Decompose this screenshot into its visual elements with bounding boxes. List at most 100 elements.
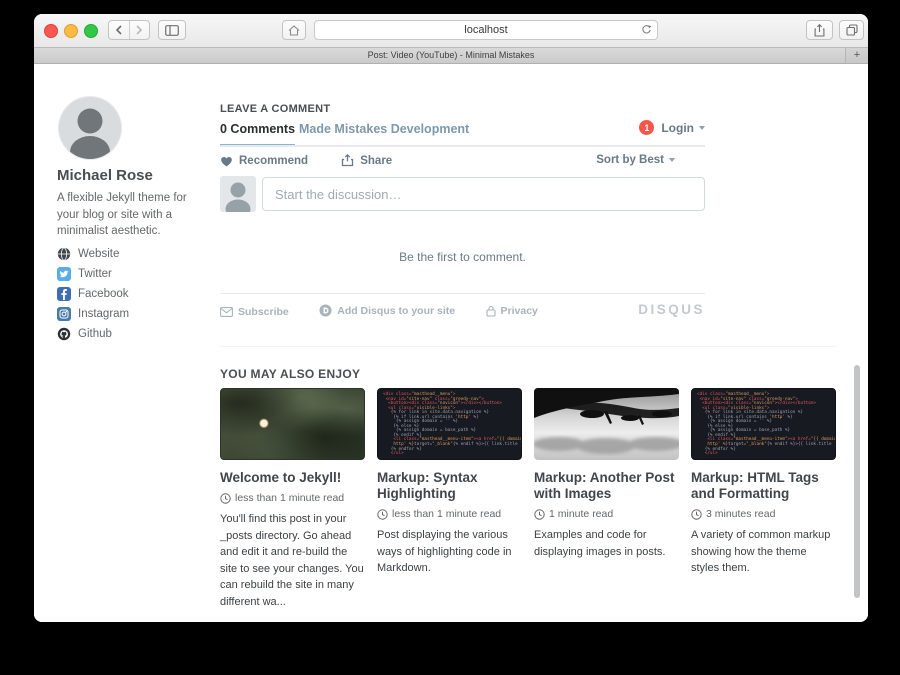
home-icon	[288, 25, 300, 36]
envelope-icon	[220, 307, 233, 317]
zoom-button[interactable]	[84, 24, 98, 38]
browser-toolbar: localhost	[34, 14, 868, 48]
history-nav-buttons	[108, 20, 150, 40]
disqus-tabs: 0 Comments Made Mistakes Development 1 L…	[220, 122, 705, 146]
clock-icon	[377, 509, 388, 520]
recommend-button[interactable]: Recommend	[220, 155, 308, 167]
post-excerpt: You'll find this post in your _posts dir…	[220, 511, 365, 610]
read-time: less than 1 minute read	[392, 508, 501, 520]
post-title[interactable]: Markup: HTML Tags and Formatting	[691, 470, 836, 502]
you-may-also-enjoy-heading: YOU MAY ALSO ENJOY	[220, 367, 360, 381]
address-bar[interactable]: localhost	[314, 20, 658, 40]
sidebar-link-instagram[interactable]: Instagram	[57, 304, 217, 324]
post-thumbnail[interactable]	[220, 388, 365, 460]
post-excerpt: Examples and code for displaying images …	[534, 527, 679, 560]
forward-button[interactable]	[129, 21, 150, 39]
scrollbar-thumb[interactable]	[854, 365, 860, 598]
read-time: 1 minute read	[549, 508, 613, 520]
divider	[220, 293, 705, 294]
close-button[interactable]	[44, 24, 58, 38]
related-post-card[interactable]: Markup: Another Post with Images 1 minut…	[534, 388, 679, 610]
post-excerpt: Post displaying the various ways of high…	[377, 527, 522, 577]
comment-input[interactable]	[262, 177, 705, 211]
sort-by-best-dropdown[interactable]: Sort by Best	[596, 154, 675, 166]
post-thumbnail[interactable]	[534, 388, 679, 460]
disqus-d-icon	[319, 304, 332, 317]
facebook-icon	[57, 287, 71, 301]
clock-icon	[691, 509, 702, 520]
leave-a-comment-heading: LEAVE A COMMENT	[220, 103, 330, 115]
url-text: localhost	[464, 24, 507, 36]
browser-window: localhost Post: Video (YouTube) - Minima…	[34, 14, 868, 622]
sidebar-toggle-button[interactable]	[158, 20, 186, 40]
author-avatar	[59, 97, 121, 159]
instagram-icon	[57, 307, 71, 321]
divider	[220, 145, 705, 147]
page-content: Michael Rose A flexible Jekyll theme for…	[34, 64, 868, 622]
sidebar-link-label: Website	[78, 248, 119, 260]
chevron-down-icon	[669, 158, 675, 162]
author-name: Michael Rose	[57, 167, 153, 184]
post-meta: 1 minute read	[534, 508, 679, 520]
post-excerpt: A variety of common markup showing how t…	[691, 527, 836, 577]
post-thumbnail[interactable]: <div class="masthead__menu"> <nav id="si…	[377, 388, 522, 460]
chevron-down-icon	[699, 126, 705, 130]
sidebar-link-label: Github	[78, 328, 112, 340]
read-time: 3 minutes read	[706, 508, 775, 520]
new-tab-button[interactable]: +	[845, 48, 868, 63]
sidebar-link-label: Instagram	[78, 308, 129, 320]
subscribe-label: Subscribe	[238, 306, 289, 318]
share-button[interactable]	[806, 20, 833, 40]
related-posts: Welcome to Jekyll! less than 1 minute re…	[220, 388, 836, 610]
minimize-button[interactable]	[64, 24, 78, 38]
related-post-card[interactable]: <div class="masthead__menu"> <nav id="si…	[691, 388, 836, 610]
home-button[interactable]	[282, 20, 306, 40]
post-title[interactable]: Markup: Syntax Highlighting	[377, 470, 522, 502]
add-disqus-button[interactable]: Add Disqus to your site	[319, 304, 455, 317]
related-post-card[interactable]: Welcome to Jekyll! less than 1 minute re…	[220, 388, 365, 610]
post-title[interactable]: Markup: Another Post with Images	[534, 470, 679, 502]
post-title[interactable]: Welcome to Jekyll!	[220, 470, 365, 486]
chevron-left-icon	[115, 25, 123, 35]
sidebar-link-label: Twitter	[78, 268, 112, 280]
sidebar-link-github[interactable]: Github	[57, 324, 217, 344]
back-button[interactable]	[109, 21, 129, 39]
share-box-icon	[341, 154, 354, 167]
twitter-icon	[57, 267, 71, 281]
tab-comment-count[interactable]: 0 Comments	[220, 122, 295, 146]
sidebar-link-twitter[interactable]: Twitter	[57, 264, 217, 284]
tab-overview-button[interactable]	[839, 20, 864, 40]
heart-icon	[220, 155, 233, 167]
author-bio: A flexible Jekyll theme for your blog or…	[57, 190, 209, 240]
post-thumbnail[interactable]: <div class="masthead__menu"> <nav id="si…	[691, 388, 836, 460]
active-tab[interactable]: Post: Video (YouTube) - Minimal Mistakes	[34, 48, 868, 63]
disqus-logo[interactable]: DISQUS	[638, 302, 705, 317]
reload-icon	[641, 24, 652, 36]
person-silhouette-icon	[59, 97, 121, 159]
add-disqus-label: Add Disqus to your site	[337, 305, 455, 317]
subscribe-button[interactable]: Subscribe	[220, 306, 289, 318]
tab-community[interactable]: Made Mistakes Development	[299, 122, 469, 136]
sidebar-link-facebook[interactable]: Facebook	[57, 284, 217, 304]
landscape-photo	[534, 388, 679, 460]
author-links: Website Twitter Facebook Instagram	[57, 244, 217, 344]
person-silhouette-icon	[220, 176, 256, 212]
reload-button[interactable]	[641, 24, 652, 42]
clock-icon	[220, 493, 231, 504]
divider	[220, 346, 836, 347]
share-icon	[814, 24, 825, 37]
recommend-label: Recommend	[239, 155, 308, 167]
tab-bar: Post: Video (YouTube) - Minimal Mistakes…	[34, 48, 868, 64]
disqus-footer: Subscribe Add Disqus to your site Privac…	[220, 304, 705, 320]
login-button[interactable]: 1 Login	[639, 120, 705, 135]
sidebar-link-website[interactable]: Website	[57, 244, 217, 264]
comment-form	[220, 176, 705, 212]
privacy-button[interactable]: Privacy	[486, 305, 538, 317]
related-post-card[interactable]: <div class="masthead__menu"> <nav id="si…	[377, 388, 522, 610]
read-time: less than 1 minute read	[235, 492, 344, 504]
tabs-icon	[846, 24, 858, 36]
share-comments-button[interactable]: Share	[341, 154, 392, 167]
empty-comments-message: Be the first to comment.	[220, 250, 705, 264]
post-meta: 3 minutes read	[691, 508, 836, 520]
disqus-actions: Recommend Share Sort by Best	[220, 154, 705, 170]
